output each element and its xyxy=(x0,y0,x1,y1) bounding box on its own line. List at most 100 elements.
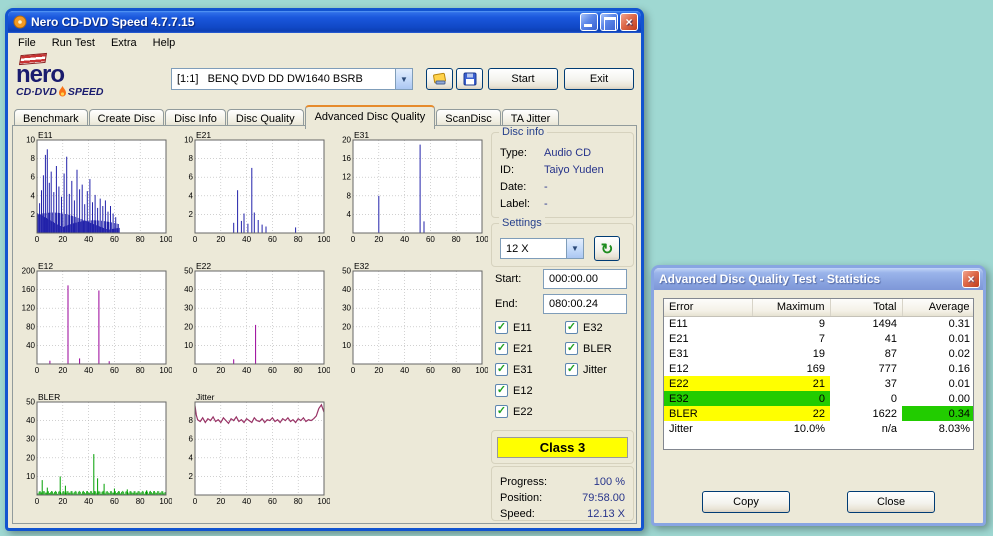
stats-column-average[interactable]: Average xyxy=(902,299,974,316)
checkbox-label: E11 xyxy=(513,322,532,334)
svg-text:40: 40 xyxy=(342,285,351,294)
progress-group: Progress:100 %Position:79:58.00Speed:12.… xyxy=(491,466,634,521)
svg-text:60: 60 xyxy=(268,366,277,375)
svg-text:6: 6 xyxy=(31,173,36,182)
end-time-field[interactable] xyxy=(543,294,627,314)
progress-row-progress-: Progress:100 % xyxy=(500,476,625,490)
stats-column-total[interactable]: Total xyxy=(830,299,902,316)
stats-column-error[interactable]: Error xyxy=(664,299,752,316)
svg-text:40: 40 xyxy=(84,366,93,375)
checkbox-checked-icon[interactable]: ✓ xyxy=(495,363,508,376)
checkbox-e21[interactable]: ✓E21 xyxy=(495,338,533,359)
checkbox-jitter[interactable]: ✓Jitter xyxy=(565,359,612,380)
checkbox-e11[interactable]: ✓ E11 xyxy=(495,317,533,338)
svg-text:80: 80 xyxy=(452,366,461,375)
save-button[interactable] xyxy=(456,68,483,90)
stats-cell: 0.31 xyxy=(902,316,974,331)
checkbox-bler[interactable]: ✓BLER xyxy=(565,338,612,359)
checkbox-e32[interactable]: ✓E32 xyxy=(565,317,612,338)
svg-text:2: 2 xyxy=(189,472,194,481)
chart-e12: 4080120160200020406080100E12 xyxy=(16,261,173,391)
checkbox-e22[interactable]: ✓E22 xyxy=(495,401,533,422)
disc-info-row-label-: Label:- xyxy=(500,198,627,212)
svg-text:0: 0 xyxy=(35,366,40,375)
checkbox-checked-icon[interactable]: ✓ xyxy=(495,342,508,355)
menu-file[interactable]: File xyxy=(10,34,44,52)
chevron-down-icon[interactable]: ▼ xyxy=(395,69,412,89)
checkbox-checked-icon[interactable]: ✓ xyxy=(495,384,508,397)
stats-cell: 777 xyxy=(830,361,902,376)
stats-row-e31[interactable]: E3119870.02 xyxy=(664,346,974,361)
menu-bar: FileRun TestExtraHelp xyxy=(8,33,641,53)
stats-row-jitter[interactable]: Jitter10.0%n/a8.03% xyxy=(664,421,974,436)
checkbox-checked-icon[interactable]: ✓ xyxy=(495,405,508,418)
settings-title: Settings xyxy=(499,217,545,229)
stats-row-e21[interactable]: E217410.01 xyxy=(664,331,974,346)
svg-text:0: 0 xyxy=(35,497,40,506)
speed-select-value: 12 X xyxy=(501,239,566,258)
svg-text:10: 10 xyxy=(342,341,351,350)
svg-text:80: 80 xyxy=(294,497,303,506)
progress-label: Speed: xyxy=(500,508,535,520)
svg-text:40: 40 xyxy=(400,235,409,244)
copy-button[interactable]: Copy xyxy=(702,491,790,513)
drive-select[interactable]: [1:1] BENQ DVD DD DW1640 BSRB ▼ xyxy=(171,68,413,90)
svg-text:60: 60 xyxy=(110,235,119,244)
checkbox-checked-icon[interactable]: ✓ xyxy=(565,342,578,355)
checkbox-e31[interactable]: ✓E31 xyxy=(495,359,533,380)
chevron-down-icon[interactable]: ▼ xyxy=(566,239,583,258)
speed-select[interactable]: 12 X ▼ xyxy=(500,238,584,259)
checkbox-e12[interactable]: ✓E12 xyxy=(495,380,533,401)
svg-text:Jitter: Jitter xyxy=(196,392,215,402)
progress-row-speed-: Speed:12.13 X xyxy=(500,508,625,522)
svg-text:40: 40 xyxy=(242,235,251,244)
stats-row-bler[interactable]: BLER2216220.34 xyxy=(664,406,974,421)
svg-text:20: 20 xyxy=(216,366,225,375)
svg-text:E32: E32 xyxy=(354,261,369,271)
options-button[interactable] xyxy=(426,68,453,90)
stats-titlebar[interactable]: Advanced Disc Quality Test - Statistics … xyxy=(654,268,983,290)
stats-cell: 0.01 xyxy=(902,331,974,346)
checkbox-checked-icon[interactable]: ✓ xyxy=(565,363,578,376)
svg-text:20: 20 xyxy=(216,497,225,506)
exit-button[interactable]: Exit xyxy=(564,68,634,90)
refresh-button[interactable]: ↻ xyxy=(594,236,620,261)
chart-e22: 1020304050020406080100E22 xyxy=(174,261,331,391)
start-time-field[interactable] xyxy=(543,269,627,289)
menu-help[interactable]: Help xyxy=(145,34,184,52)
svg-text:50: 50 xyxy=(184,267,193,276)
menu-extra[interactable]: Extra xyxy=(103,34,145,52)
svg-text:60: 60 xyxy=(426,235,435,244)
settings-group: Settings 12 X ▼ ↻ xyxy=(491,223,634,267)
stats-cell: 0.00 xyxy=(902,391,974,406)
svg-text:4: 4 xyxy=(189,453,194,462)
checkbox-checked-icon[interactable]: ✓ xyxy=(565,321,578,334)
svg-text:40: 40 xyxy=(26,341,35,350)
stats-close-icon-button[interactable]: × xyxy=(962,270,980,288)
chart-bler: 1020304050020406080100BLER xyxy=(16,392,173,522)
svg-text:10: 10 xyxy=(26,472,35,481)
checkbox-checked-icon[interactable]: ✓ xyxy=(495,321,508,334)
stats-cell: 87 xyxy=(830,346,902,361)
start-button[interactable]: Start xyxy=(488,68,558,90)
stats-close-button[interactable]: Close xyxy=(847,491,935,513)
svg-text:30: 30 xyxy=(26,435,35,444)
tab-advanced-disc-quality[interactable]: Advanced Disc Quality xyxy=(305,105,436,129)
stats-cell: 19 xyxy=(752,346,830,361)
stats-column-maximum[interactable]: Maximum xyxy=(752,299,830,316)
close-button[interactable]: × xyxy=(620,13,638,31)
main-titlebar[interactable]: Nero CD-DVD Speed 4.7.7.15 × xyxy=(8,11,641,33)
minimize-button[interactable] xyxy=(580,13,598,31)
svg-text:60: 60 xyxy=(268,235,277,244)
maximize-button[interactable] xyxy=(600,13,618,31)
stats-cell: 9 xyxy=(752,316,830,331)
stats-row-e32[interactable]: E32000.00 xyxy=(664,391,974,406)
menu-run-test[interactable]: Run Test xyxy=(44,34,103,52)
chart-e32: 1020304050020406080100E32 xyxy=(332,261,489,391)
svg-text:0: 0 xyxy=(193,235,198,244)
stats-row-e11[interactable]: E11914940.31 xyxy=(664,316,974,331)
floppy-disk-icon xyxy=(463,72,477,86)
stats-row-e22[interactable]: E2221370.01 xyxy=(664,376,974,391)
svg-text:E12: E12 xyxy=(38,261,53,271)
stats-row-e12[interactable]: E121697770.16 xyxy=(664,361,974,376)
